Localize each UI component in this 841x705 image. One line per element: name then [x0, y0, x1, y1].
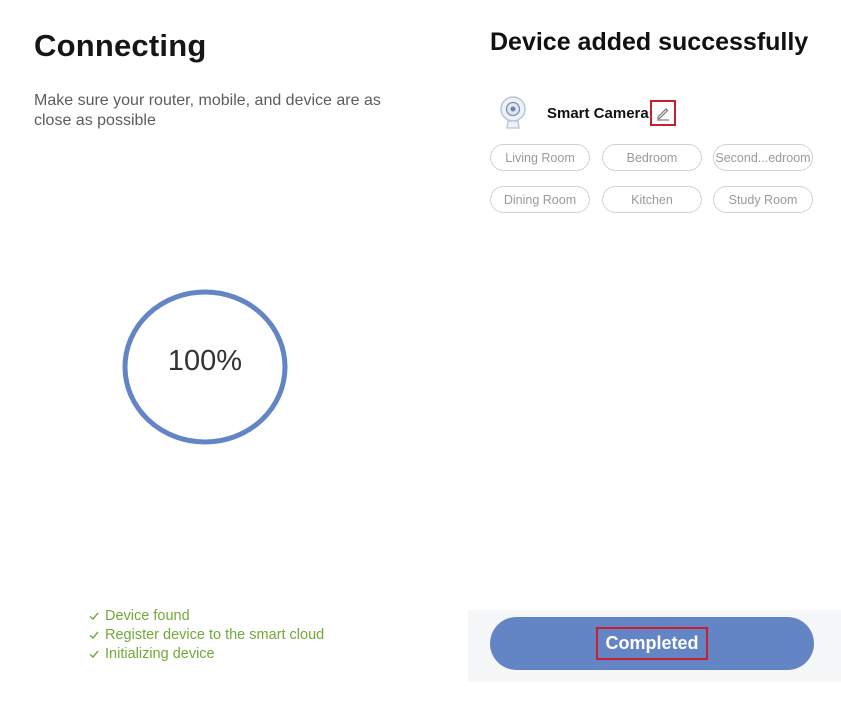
connecting-title: Connecting [34, 28, 207, 63]
edit-name-button[interactable] [649, 100, 676, 126]
check-icon [89, 631, 99, 639]
progress-percentage: 100% [167, 345, 243, 377]
check-icon [89, 650, 99, 658]
success-title: Device added successfully [490, 28, 809, 56]
camera-icon [500, 96, 526, 129]
device-row: Smart Camera [497, 95, 676, 131]
connecting-subtitle: Make sure your router, mobile, and devic… [34, 92, 381, 129]
step-device-found: Device found [88, 606, 324, 625]
room-dining-room[interactable]: Dining Room [490, 186, 590, 213]
step-label: Device found [105, 607, 190, 624]
room-second-bedroom[interactable]: Second...edroom [713, 144, 813, 171]
device-name: Smart Camera [547, 104, 649, 122]
step-label: Register device to the smart cloud [105, 626, 325, 643]
check-icon [89, 612, 99, 620]
completed-button[interactable]: Completed [490, 617, 814, 670]
room-kitchen[interactable]: Kitchen [602, 186, 702, 213]
room-bedroom[interactable]: Bedroom [602, 144, 702, 171]
step-register-cloud: Register device to the smart cloud [88, 625, 324, 644]
pencil-icon [656, 108, 669, 121]
step-initializing: Initializing device [88, 644, 324, 663]
completed-label: Completed [596, 627, 708, 660]
room-living-room[interactable]: Living Room [490, 144, 590, 171]
room-study-room[interactable]: Study Room [713, 186, 813, 213]
connection-steps: Device found Register device to the smar… [88, 606, 324, 663]
step-label: Initializing device [105, 645, 215, 662]
